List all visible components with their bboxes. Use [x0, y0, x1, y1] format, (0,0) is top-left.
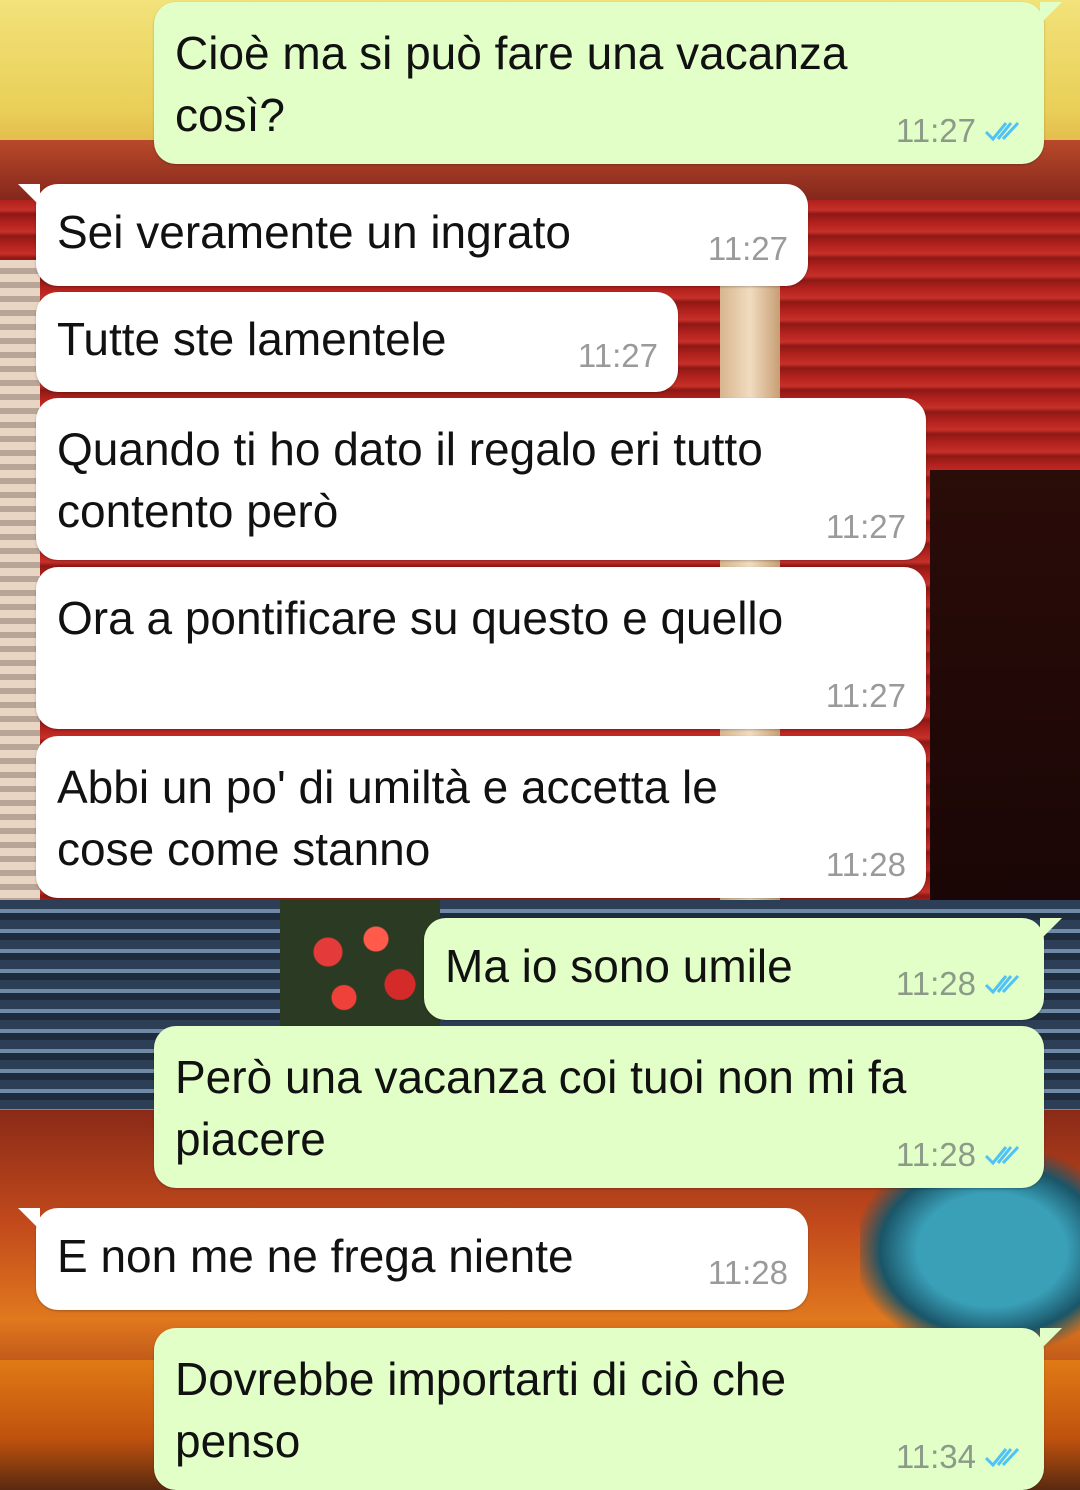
message-meta: 11:27 — [708, 230, 788, 268]
wallpaper-dark-window — [930, 470, 1080, 900]
message-time: 11:27 — [707, 230, 788, 267]
double-check-icon — [984, 974, 1020, 995]
message-time: 11:27 — [577, 337, 658, 374]
message-text: Abbi un po' di umiltà e accetta le cose … — [57, 761, 718, 875]
message-text: Quando ti ho dato il regalo eri tutto co… — [57, 423, 763, 537]
message-meta: 11:28 — [896, 965, 1024, 1003]
message-text: Ma io sono umile — [445, 940, 793, 992]
message-time: 11:27 — [895, 112, 976, 149]
outgoing-message[interactable]: Dovrebbe importarti di ciò che penso 11:… — [154, 1328, 1062, 1490]
outgoing-message[interactable]: Ma io sono umile 11:28 — [424, 918, 1062, 1020]
message-time: 11:28 — [895, 1136, 976, 1173]
message-meta: 11:27 — [826, 508, 906, 546]
bubble-tail — [1040, 1328, 1062, 1350]
double-check-icon — [984, 121, 1020, 142]
outgoing-message[interactable]: Però una vacanza coi tuoi non mi fa piac… — [154, 1026, 1044, 1188]
message-text: Cioè ma si può fare una vacanza così? — [175, 27, 848, 141]
incoming-message[interactable]: Abbi un po' di umiltà e accetta le cose … — [36, 736, 926, 898]
message-text: Dovrebbe importarti di ciò che penso — [175, 1353, 787, 1467]
bubble-tail — [1040, 2, 1062, 24]
message-text: Sei veramente un ingrato — [57, 206, 571, 258]
message-meta: 11:28 — [708, 1254, 788, 1292]
message-text: Però una vacanza coi tuoi non mi fa piac… — [175, 1051, 907, 1165]
message-meta: 11:28 — [826, 846, 906, 884]
incoming-message[interactable]: Quando ti ho dato il regalo eri tutto co… — [36, 398, 926, 560]
message-time: 11:27 — [825, 508, 906, 545]
message-meta: 11:27 — [578, 337, 658, 375]
double-check-icon — [984, 1145, 1020, 1166]
message-meta: 11:27 — [826, 677, 906, 715]
bubble-tail — [18, 184, 40, 206]
incoming-message[interactable]: Sei veramente un ingrato 11:27 — [18, 184, 808, 286]
incoming-message[interactable]: E non me ne frega niente 11:28 — [18, 1208, 808, 1310]
message-time: 11:28 — [825, 846, 906, 883]
bubble-tail — [1040, 918, 1062, 940]
double-check-icon — [984, 1447, 1020, 1468]
wallpaper-flowers — [280, 900, 440, 1030]
bubble-tail — [18, 1208, 40, 1230]
message-time: 11:27 — [825, 677, 906, 714]
message-time: 11:28 — [707, 1254, 788, 1291]
incoming-message[interactable]: Ora a pontificare su questo e quello 11:… — [36, 567, 926, 729]
message-meta: 11:28 — [896, 1136, 1024, 1174]
incoming-message[interactable]: Tutte ste lamentele 11:27 — [36, 292, 678, 392]
wallpaper-left-wall — [0, 260, 40, 920]
message-time: 11:28 — [895, 965, 976, 1002]
outgoing-message[interactable]: Cioè ma si può fare una vacanza così? 11… — [154, 2, 1062, 164]
message-text: Ora a pontificare su questo e quello — [57, 592, 784, 644]
message-text: Tutte ste lamentele — [57, 313, 447, 365]
message-meta: 11:34 — [896, 1438, 1024, 1476]
message-time: 11:34 — [895, 1438, 976, 1475]
message-meta: 11:27 — [896, 112, 1024, 150]
message-text: E non me ne frega niente — [57, 1230, 574, 1282]
